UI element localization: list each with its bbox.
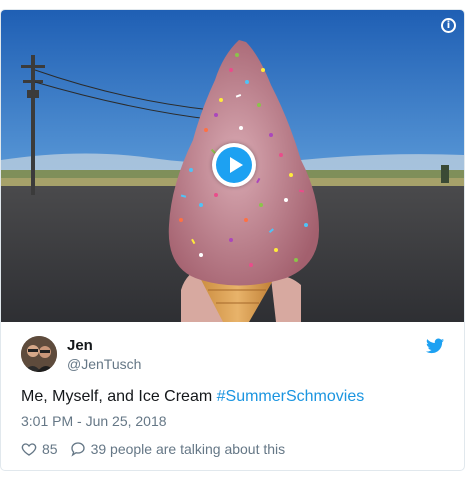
- tweet-text-body: Me, Myself, and Ice Cream: [21, 388, 217, 405]
- play-triangle: [230, 157, 243, 173]
- like-count[interactable]: 85: [42, 441, 58, 457]
- play-icon[interactable]: [212, 143, 256, 187]
- author-name[interactable]: Jen: [67, 337, 93, 354]
- tweet-video-media[interactable]: i: [1, 10, 464, 322]
- embedded-tweet-card: i Jen @JenTusch Me, Myself, and Ice Crea…: [0, 9, 465, 471]
- hashtag-link[interactable]: #SummerSchmovies: [217, 388, 365, 405]
- tweet-header: Jen @JenTusch: [21, 336, 446, 376]
- heart-icon[interactable]: [21, 441, 37, 457]
- avatar[interactable]: [21, 336, 57, 372]
- tweet-timestamp[interactable]: 3:01 PM - Jun 25, 2018: [21, 413, 167, 429]
- play-button-circle: [216, 147, 252, 183]
- comment-bubble-icon[interactable]: [70, 441, 86, 457]
- talking-about-link[interactable]: 39 people are talking about this: [91, 441, 286, 457]
- info-icon[interactable]: i: [441, 18, 456, 33]
- tweet-actions: 85 39 people are talking about this: [21, 440, 285, 458]
- author-handle[interactable]: @JenTusch: [67, 356, 141, 372]
- avatar-image: [21, 336, 57, 372]
- twitter-bird-icon[interactable]: [426, 338, 444, 354]
- tweet-text: Me, Myself, and Ice Cream #SummerSchmovi…: [21, 388, 364, 406]
